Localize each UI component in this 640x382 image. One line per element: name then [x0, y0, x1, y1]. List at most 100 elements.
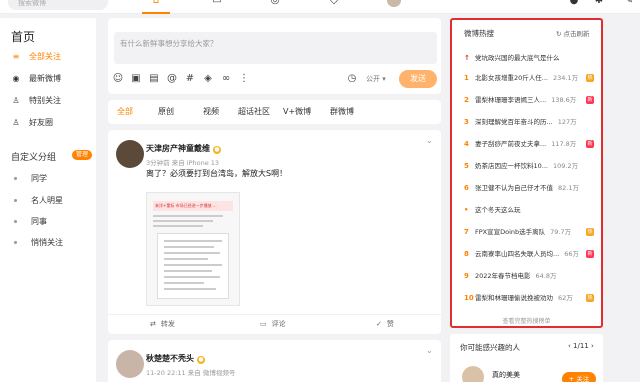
post-image[interactable]: 来洋+董标 市场已经进一步播放 ... [146, 192, 240, 306]
document-thumbnail [157, 233, 229, 299]
suggested-users-panel: 你可能感兴趣的人 ‹ 1/11 › 真的美美 + 关注 [450, 334, 603, 382]
avatar[interactable] [116, 350, 144, 378]
more-tools-icon[interactable]: ⋮ [238, 73, 250, 85]
post-text: 离了？必须要打到台湾岛，解放大S啊！ [146, 169, 288, 178]
hot-search-item[interactable]: 6 张卫健不认为自己仔才不值 82.1万 [464, 182, 600, 194]
hot-search-pinned[interactable]: ↑ 党坑政兴国的最大底气是什么 [464, 52, 600, 64]
discover-icon[interactable]: ◎ [268, 0, 282, 7]
tab-all[interactable]: 全部 [117, 106, 133, 118]
hot-search-promo[interactable]: • 这个冬天这么玩 [464, 204, 600, 216]
tab-video[interactable]: 视频 [203, 106, 219, 118]
hot-badge: 热 [586, 228, 594, 236]
post-meta: 11-20 22:11 来自 微博视频号 [146, 369, 236, 377]
sidebar-item-special[interactable]: ♙ 特别关注 [11, 94, 61, 108]
image-icon[interactable]: ▣ [130, 73, 142, 85]
compose-box: 有什么新鲜事想分享给大家？ ☺ ▣ ▤ @ # ◈ ∞ ⋮ ◷ 公开 ▾ 发送 [108, 18, 441, 94]
sidebar-item-friends[interactable]: ♙ 好友圈 [11, 116, 53, 130]
group-item[interactable]: 同事 [14, 215, 47, 229]
suggested-user-name[interactable]: 真的美美 [492, 370, 520, 380]
follow-button[interactable]: + 关注 [562, 372, 596, 382]
sidebar-title: 首页 [11, 30, 36, 44]
hot-badge: 热 [586, 294, 594, 302]
friends-icon: ♙ [12, 118, 20, 127]
repost-button[interactable]: ⇄ 转发 [150, 318, 175, 330]
chevron-down-icon[interactable]: ⌄ [426, 136, 433, 145]
left-sidebar: 首页 ≡ 全部关注 ◉ 最新微博 ♙ 特别关注 ♙ 好友圈 自定义分组 管理 同学 名人… [0, 18, 96, 382]
top-navbar: 搜索微博 ⌂ ▭ ◎ ◇ ● ✱ ✎ [0, 0, 640, 14]
message-icon[interactable]: ● [567, 0, 581, 7]
hot-search-item[interactable]: 7 FPX宣宣Doinb选手离队 79.7万热 [464, 226, 600, 238]
feed-post: 天津房产神童戴维 ● 3分钟前 来自 iPhone 13 离了？必须要打到台湾岛，… [108, 130, 441, 334]
new-badge: 新 [586, 250, 594, 258]
home-active-indicator [142, 12, 170, 14]
clock-icon: ◉ [12, 74, 20, 83]
settings-icon[interactable]: ✱ [592, 0, 606, 7]
hot-search-item[interactable]: 8 云南寮率山四名失联人员均... 66万新 [464, 248, 600, 260]
comment-icon: ▭ [260, 320, 267, 328]
list-icon: ≡ [12, 52, 20, 61]
feed-post: 秋楚楚不秃头 ● 11-20 22:11 来自 微博视频号 ⌄ [108, 340, 441, 382]
emoji-icon[interactable]: ☺ [112, 73, 124, 85]
manage-groups-button[interactable]: 管理 [72, 150, 93, 160]
group-item[interactable]: 名人明星 [14, 194, 63, 208]
thumbs-up-icon: ✓ [376, 320, 382, 328]
compose-input[interactable]: 有什么新鲜事想分享给大家？ [114, 32, 437, 64]
video-upload-icon[interactable]: ▤ [148, 73, 160, 85]
location-icon[interactable]: ◈ [202, 73, 214, 85]
home-icon[interactable]: ⌂ [149, 0, 163, 7]
feed-filter-tabs: 全部 原创 视频 超话社区 V+微博 群微博 [108, 100, 441, 124]
sidebar-item-latest[interactable]: ◉ 最新微博 [11, 72, 62, 86]
tab-vplus[interactable]: V+微博 [283, 106, 311, 118]
refresh-button[interactable]: ↻ 点击刷新 [556, 28, 590, 38]
repost-icon: ⇄ [150, 320, 156, 328]
hot-search-item[interactable]: 2 雷梨林珊珊李语嫣三人... 138.6万新 [464, 94, 600, 106]
chevron-right-icon[interactable]: › [589, 342, 594, 350]
avatar[interactable] [116, 140, 144, 168]
hot-search-item[interactable]: 1 北影女孩增重20斤人任... 234.1万热 [464, 72, 600, 84]
post-author[interactable]: 天津房产神童戴维 ● [146, 143, 221, 154]
view-full-hot-list-link[interactable]: 查看完整热搜榜单 [452, 316, 601, 325]
hot-search-item[interactable]: 10雷梨和林珊珊偷说挽被劝劝 62万热 [464, 292, 600, 304]
user-icon: ♙ [12, 96, 20, 105]
hot-search-item[interactable]: 5 奶茶店因应一杯饮料10... 109.2万 [464, 160, 600, 172]
visibility-select[interactable]: 公开 ▾ [366, 73, 386, 85]
tab-group-weibo[interactable]: 群微博 [330, 106, 354, 118]
link-icon[interactable]: ∞ [220, 73, 232, 85]
topic-icon[interactable]: # [184, 73, 196, 85]
write-icon[interactable]: ✎ [622, 0, 636, 7]
hot-badge: 热 [586, 74, 594, 82]
mention-icon[interactable]: @ [166, 73, 178, 85]
post-author[interactable]: 秋楚楚不秃头 ● [146, 353, 205, 364]
hot-search-panel: 微博热搜 ↻ 点击刷新 ↑ 党坑政兴国的最大底气是什么 1 北影女孩增重20斤人任.… [450, 18, 603, 328]
hot-search-title: 微博热搜 [464, 29, 494, 38]
tab-super-topic[interactable]: 超话社区 [238, 106, 270, 118]
schedule-icon[interactable]: ◷ [346, 73, 358, 85]
suggested-users-title: 你可能感兴趣的人 [460, 343, 520, 352]
vip-badge-icon: ● [213, 146, 221, 154]
vip-badge-icon: ● [197, 356, 205, 364]
hot-search-item[interactable]: 3 深刻理解党百年奋斗的历... 127万 [464, 116, 600, 128]
comment-button[interactable]: ▭ 评论 [260, 318, 286, 330]
group-item[interactable]: 悄悄关注 [14, 236, 63, 250]
suggested-users-pager[interactable]: ‹ 1/11 › [568, 342, 594, 350]
like-button[interactable]: ✓ 赞 [376, 318, 394, 330]
sidebar-item-all-following[interactable]: ≡ 全部关注 [11, 50, 61, 64]
send-button[interactable]: 发送 [399, 70, 437, 88]
new-badge: 新 [586, 96, 594, 104]
tab-original[interactable]: 原创 [158, 106, 174, 118]
hot-topics-icon[interactable]: ◇ [327, 0, 341, 7]
hot-search-item[interactable]: 4 妻子刮痧严前夜丈夫拿... 117.8万新 [464, 138, 600, 150]
image-banner: 来洋+董标 市场已经进一步播放 ... [153, 201, 233, 211]
avatar[interactable] [462, 366, 484, 382]
search-input[interactable]: 搜索微博 [8, 0, 108, 10]
new-badge: 新 [586, 140, 594, 148]
custom-group-title: 自定义分组 [11, 153, 57, 163]
post-actions: ⇄ 转发 ▭ 评论 ✓ 赞 [108, 314, 441, 330]
hot-search-item[interactable]: 9 2022年春节档电影 64.8万 [464, 270, 600, 282]
post-meta: 3分钟前 来自 iPhone 13 [146, 159, 220, 167]
video-icon[interactable]: ▭ [210, 0, 224, 7]
chevron-down-icon[interactable]: ⌄ [426, 346, 433, 355]
group-item[interactable]: 同学 [14, 172, 47, 186]
user-avatar[interactable] [387, 0, 401, 7]
refresh-icon: ↻ [556, 30, 564, 38]
